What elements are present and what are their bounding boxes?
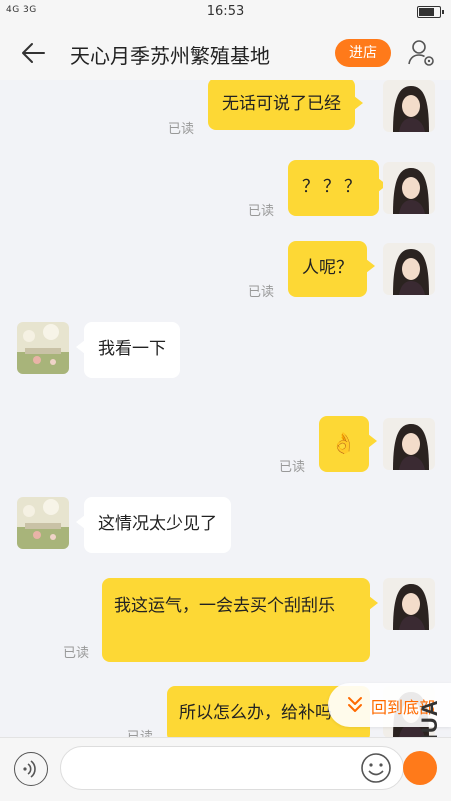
more-actions-button[interactable] — [403, 751, 437, 785]
read-receipt: 已读 — [279, 460, 306, 475]
read-receipt: 已读 — [63, 646, 90, 661]
voice-input-button[interactable] — [14, 752, 48, 786]
battery-icon — [417, 6, 444, 18]
user-settings-button[interactable] — [406, 38, 436, 68]
read-receipt: 已读 — [168, 122, 195, 137]
back-button[interactable] — [18, 38, 50, 68]
smiley-icon — [361, 753, 391, 783]
read-receipt: 已读 — [248, 285, 275, 300]
ok-emoji-message[interactable]: 👌 — [319, 416, 377, 472]
message-bubble[interactable]: 人呢？ — [288, 241, 375, 297]
my-avatar[interactable] — [383, 80, 435, 132]
my-avatar[interactable] — [383, 162, 435, 214]
message-bubble[interactable]: 这情况太少见了 — [76, 497, 231, 553]
read-receipt: 已读 — [127, 726, 153, 737]
chat-list[interactable]: 已读 无话可说了已经 已读 ？？？ 已读 人呢？ 我看一下 已读 👌 这情况太少… — [0, 80, 451, 737]
message-input[interactable] — [60, 746, 404, 790]
my-avatar[interactable] — [383, 578, 435, 630]
message-bubble[interactable]: 我这运气，一会去买个刮刮乐 — [102, 578, 378, 662]
input-bar — [0, 737, 451, 801]
enter-shop-button[interactable]: 进店 — [335, 39, 391, 67]
my-avatar[interactable] — [383, 418, 435, 470]
voice-wave-icon — [22, 759, 36, 778]
page-title: 天心月季苏州繁殖基地 — [70, 44, 270, 68]
seller-avatar[interactable] — [17, 322, 69, 374]
user-settings-icon — [408, 40, 434, 66]
clock: 16:53 — [206, 4, 245, 19]
message-bubble[interactable]: 我看一下 — [76, 322, 180, 378]
my-avatar[interactable] — [383, 243, 435, 295]
chat-header: 天心月季苏州繁殖基地 进店 — [0, 26, 451, 80]
message-bubble[interactable]: 无话可说了已经 — [208, 80, 363, 130]
double-chevron-down-icon — [348, 697, 362, 712]
message-bubble[interactable]: ？？？ — [288, 160, 387, 216]
status-bar: 4G 3G 16:53 — [0, 0, 451, 26]
emoji-button[interactable] — [360, 752, 392, 784]
read-receipt: 已读 — [248, 204, 275, 219]
back-arrow-icon — [22, 43, 45, 63]
seller-avatar[interactable] — [17, 497, 69, 549]
